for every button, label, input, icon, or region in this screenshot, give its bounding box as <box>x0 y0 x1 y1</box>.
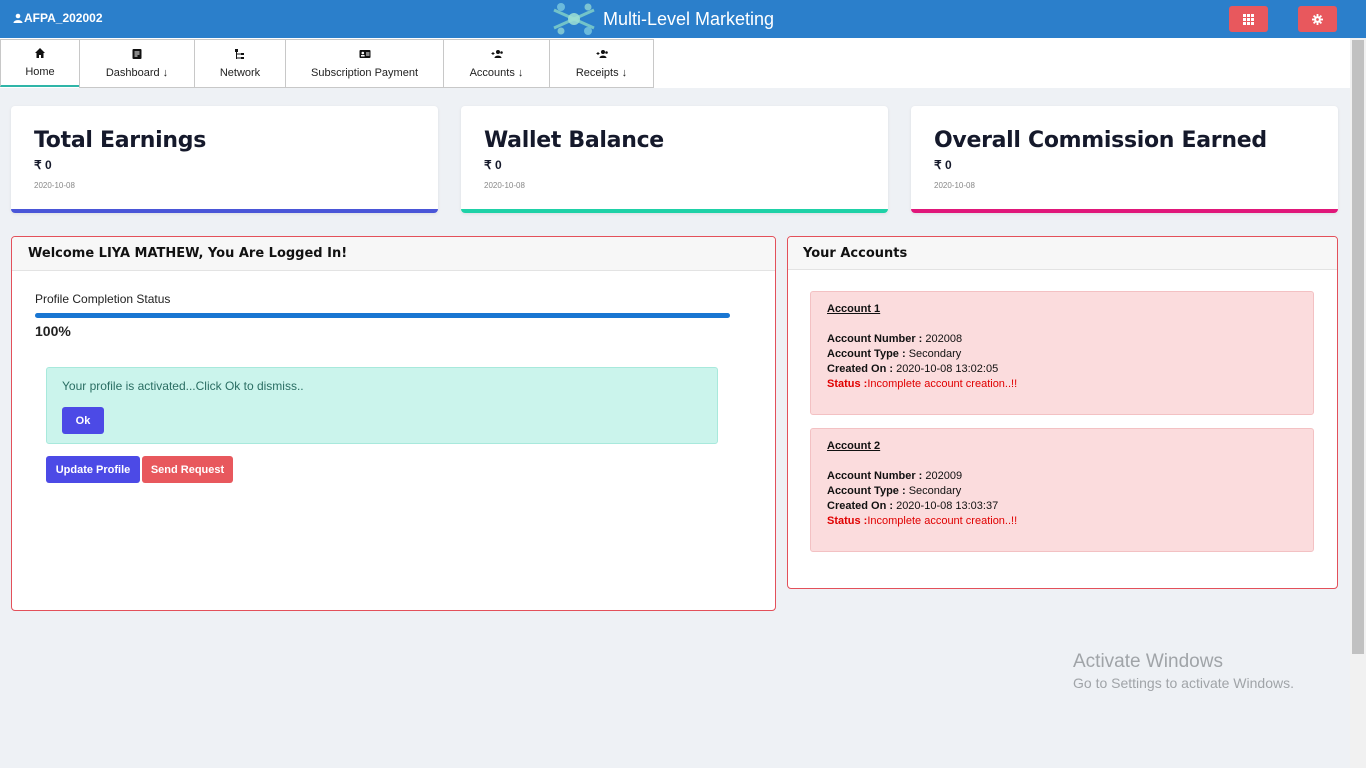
watermark-title: Activate Windows <box>1073 651 1223 672</box>
windows-activation-watermark: Activate Windows Go to Settings to activ… <box>1073 651 1294 691</box>
account-type-line: Account Type : Secondary <box>827 348 961 360</box>
user-menu[interactable]: AFPA_202002 <box>13 11 103 25</box>
profile-progress-bar <box>35 313 730 318</box>
account-created-label: Created On : <box>827 363 894 375</box>
nav-network-label: Network <box>219 67 261 79</box>
account-status: Incomplete account creation..!! <box>867 515 1018 527</box>
account-title[interactable]: Account 1 <box>827 303 880 315</box>
account-status-line: Status :Incomplete account creation..!! <box>827 378 1017 390</box>
app-title: Multi-Level Marketing <box>603 8 775 29</box>
welcome-heading: Welcome LIYA MATHEW, You Are Logged In! <box>12 237 775 271</box>
activation-alert: Your profile is activated...Click Ok to … <box>46 367 718 444</box>
card-date: 2020-10-08 <box>34 181 75 190</box>
card-value: ₹ 0 <box>934 158 952 172</box>
nav-home[interactable]: Home <box>0 39 80 87</box>
user-icon <box>13 13 23 23</box>
total-earnings-card: Total Earnings ₹ 0 2020-10-08 <box>11 106 438 213</box>
account-card: Account 1 Account Number : 202008 Accoun… <box>810 291 1314 415</box>
account-number: 202008 <box>922 333 963 345</box>
card-date: 2020-10-08 <box>934 181 975 190</box>
account-type-label: Account Type : <box>827 348 906 360</box>
top-bar: AFPA_202002 Multi-Level Marketing <box>0 0 1366 38</box>
main-nav: Home Dashboard ↓ Network Subscription Pa… <box>0 38 1350 88</box>
card-accent-bar <box>911 209 1338 213</box>
account-number-label: Account Number : <box>827 470 923 482</box>
accounts-panel: Your Accounts Account 1 Account Number :… <box>787 236 1338 589</box>
update-profile-button[interactable]: Update Profile <box>46 456 140 483</box>
nav-home-label: Home <box>25 66 55 78</box>
logo-icon <box>550 0 598 38</box>
send-request-button[interactable]: Send Request <box>142 456 233 483</box>
user-plus-icon <box>596 50 608 58</box>
welcome-panel: Welcome LIYA MATHEW, You Are Logged In! … <box>11 236 776 611</box>
account-type: Secondary <box>905 348 962 360</box>
account-number: 202009 <box>922 470 963 482</box>
user-label: AFPA_202002 <box>24 11 103 25</box>
nav-network[interactable]: Network <box>194 39 286 88</box>
account-status-line: Status :Incomplete account creation..!! <box>827 515 1017 527</box>
profile-completion-label: Profile Completion Status <box>35 292 171 306</box>
account-created: 2020-10-08 13:03:37 <box>893 500 999 512</box>
alert-text: Your profile is activated...Click Ok to … <box>62 379 304 393</box>
account-type-line: Account Type : Secondary <box>827 485 961 497</box>
card-date: 2020-10-08 <box>484 181 525 190</box>
ok-button[interactable]: Ok <box>62 407 104 434</box>
card-title: Overall Commission Earned <box>934 128 1267 153</box>
home-icon <box>35 48 45 58</box>
user-plus-icon <box>491 50 503 58</box>
account-number-line: Account Number : 202008 <box>827 333 962 345</box>
nav-receipts-label: Receipts ↓ <box>575 67 628 79</box>
card-title: Total Earnings <box>34 128 206 153</box>
overall-commission-card: Overall Commission Earned ₹ 0 2020-10-08 <box>911 106 1338 213</box>
nav-subscription-payment[interactable]: Subscription Payment <box>285 39 444 88</box>
dashboard-icon <box>132 49 142 59</box>
id-card-icon <box>359 50 370 58</box>
account-status-label: Status : <box>827 515 868 527</box>
gear-icon <box>1312 13 1323 25</box>
card-accent-bar <box>11 209 438 213</box>
nav-subscription-label: Subscription Payment <box>311 67 418 79</box>
account-created-line: Created On : 2020-10-08 13:02:05 <box>827 363 998 375</box>
account-title[interactable]: Account 2 <box>827 440 880 452</box>
wallet-balance-card: Wallet Balance ₹ 0 2020-10-08 <box>461 106 888 213</box>
accounts-heading: Your Accounts <box>788 237 1337 270</box>
scrollbar-thumb[interactable] <box>1352 40 1364 654</box>
account-number-label: Account Number : <box>827 333 923 345</box>
watermark-subtitle: Go to Settings to activate Windows. <box>1073 675 1294 691</box>
grid-icon <box>1243 13 1254 25</box>
profile-completion-value: 100% <box>35 323 71 339</box>
nav-dashboard[interactable]: Dashboard ↓ <box>79 39 195 88</box>
account-type: Secondary <box>905 485 962 497</box>
nav-accounts-label: Accounts ↓ <box>469 67 524 79</box>
brand[interactable]: Multi-Level Marketing <box>550 0 774 38</box>
account-card: Account 2 Account Number : 202009 Accoun… <box>810 428 1314 552</box>
account-type-label: Account Type : <box>827 485 906 497</box>
apps-button[interactable] <box>1229 6 1268 32</box>
card-title: Wallet Balance <box>484 128 664 153</box>
card-value: ₹ 0 <box>484 158 502 172</box>
account-number-line: Account Number : 202009 <box>827 470 962 482</box>
nav-dashboard-label: Dashboard ↓ <box>105 67 169 79</box>
profile-progress-fill <box>35 313 730 318</box>
account-status: Incomplete account creation..!! <box>867 378 1018 390</box>
settings-button[interactable] <box>1298 6 1337 32</box>
card-accent-bar <box>461 209 888 213</box>
account-created: 2020-10-08 13:02:05 <box>893 363 999 375</box>
account-created-label: Created On : <box>827 500 894 512</box>
card-value: ₹ 0 <box>34 158 52 172</box>
account-status-label: Status : <box>827 378 868 390</box>
account-created-line: Created On : 2020-10-08 13:03:37 <box>827 500 998 512</box>
nav-accounts[interactable]: Accounts ↓ <box>443 39 550 88</box>
network-icon <box>235 49 244 59</box>
nav-receipts[interactable]: Receipts ↓ <box>549 39 654 88</box>
